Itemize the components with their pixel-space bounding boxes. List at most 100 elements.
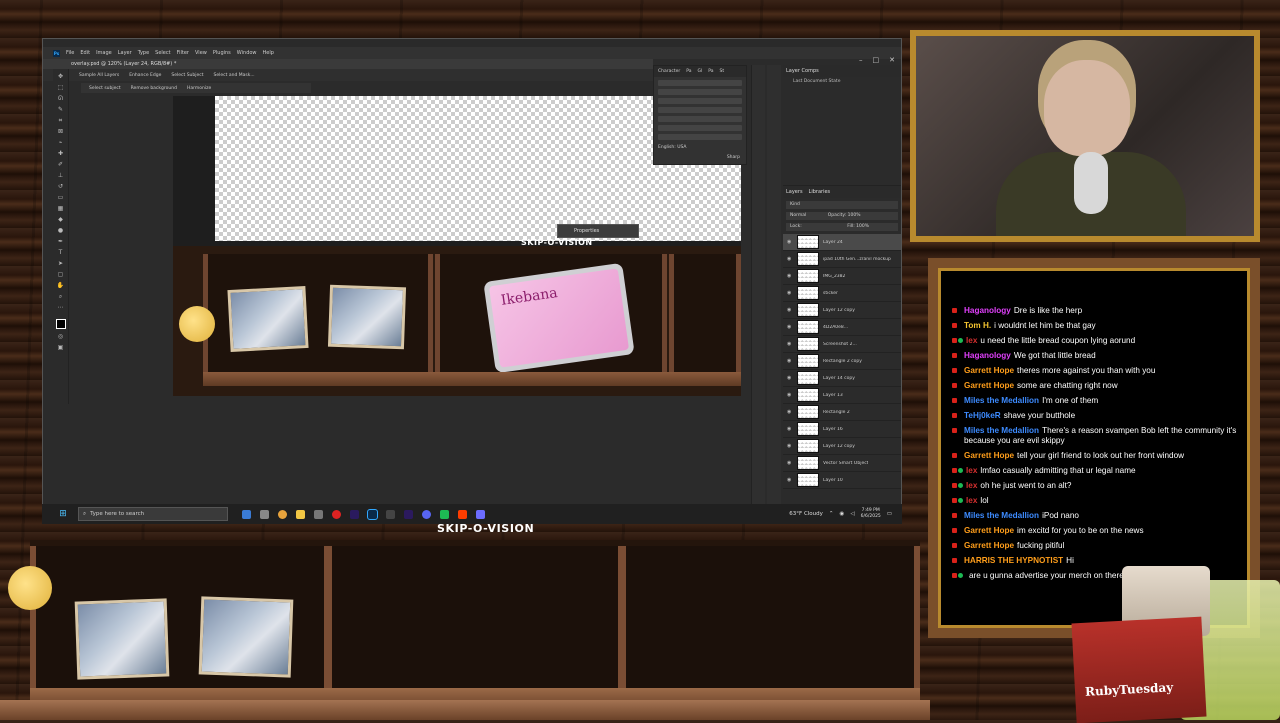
tab-libraries[interactable]: Libraries [809,189,831,195]
layer-row[interactable]: ◉ Layer 24 [783,234,901,251]
crop-tool-icon[interactable]: ⌗ [57,117,65,124]
layer-comps-title[interactable]: Layer Comps [783,65,901,77]
select-subject-button[interactable]: Select Subject [171,73,203,78]
stamp-tool-icon[interactable]: ⊥ [57,172,65,179]
notification-icon[interactable]: ▭ [887,511,892,517]
menu-help[interactable]: Help [263,50,274,56]
discord-icon[interactable] [422,509,431,519]
visibility-eye-icon[interactable]: ◉ [787,290,793,296]
language-select[interactable]: English: USA [654,143,746,152]
premiere-icon[interactable] [350,509,359,519]
visibility-eye-icon[interactable]: ◉ [787,341,793,347]
taskbar-search-box[interactable]: ⌕ Type here to search [78,507,228,521]
layer-row[interactable]: ◉ IMG_2382 [783,268,901,285]
scale-field[interactable] [658,107,742,113]
hand-tool-icon[interactable]: ✋ [57,282,65,289]
screen-mode-icon[interactable]: ▣ [57,344,65,351]
app-icon[interactable] [440,509,449,519]
sample-all-layers-checkbox[interactable]: Sample All Layers [79,73,119,78]
tab-glyphs[interactable]: Gl [698,69,703,74]
network-icon[interactable]: ◉ [840,511,845,517]
visibility-eye-icon[interactable]: ◉ [787,256,793,262]
opentype-buttons[interactable] [658,134,742,140]
tracking-field[interactable] [658,98,742,104]
windows-start-icon[interactable]: ⊞ [54,509,72,519]
visibility-eye-icon[interactable]: ◉ [787,426,793,432]
menu-select[interactable]: Select [155,50,170,56]
taskbar-clock[interactable]: 7:49 PM 6/6/2025 [861,508,881,520]
harmonize-action[interactable]: Harmonize [187,86,211,91]
menu-plugins[interactable]: Plugins [213,50,231,56]
antialias-select[interactable]: Sharp [723,153,744,162]
path-select-tool-icon[interactable]: ➤ [57,260,65,267]
type-tool-icon[interactable]: T [57,249,65,256]
menu-file[interactable]: File [66,50,74,56]
app-icon[interactable] [260,509,269,519]
menu-layer[interactable]: Layer [118,50,132,56]
visibility-eye-icon[interactable]: ◉ [787,477,793,483]
document-tab[interactable]: overlay.psd @ 120% (Layer 24, RGB/8#) * [43,59,653,69]
frame-tool-icon[interactable]: ⊠ [57,128,65,135]
acrobat-icon[interactable] [458,509,467,519]
font-family-select[interactable] [658,80,742,86]
volume-icon[interactable]: ◁ [850,511,854,517]
fill-field[interactable]: Fill: 100% [847,224,869,229]
layer-comps-item[interactable]: Last Document State [783,77,901,86]
layer-row[interactable]: ◉ Layer 14 copy [783,370,901,387]
visibility-eye-icon[interactable]: ◉ [787,409,793,415]
visibility-eye-icon[interactable]: ◉ [787,460,793,466]
menu-filter[interactable]: Filter [177,50,189,56]
menu-edit[interactable]: Edit [80,50,90,56]
select-subject-action[interactable]: Select subject [89,86,121,91]
minimize-icon[interactable]: – [859,56,863,64]
layer-row[interactable]: ◉ Layer 10 [783,472,901,489]
layer-row[interactable]: ◉ sticker [783,285,901,302]
visibility-eye-icon[interactable]: ◉ [787,307,793,313]
layer-row[interactable]: ◉ ipad 10th Gen...zranil mockup [783,251,901,268]
weather-widget[interactable]: 63°F Cloudy [789,511,823,517]
task-view-icon[interactable] [242,509,251,519]
visibility-eye-icon[interactable]: ◉ [787,443,793,449]
opacity-field[interactable]: Opacity: 100% [828,213,861,218]
menu-image[interactable]: Image [96,50,112,56]
gradient-tool-icon[interactable]: ▦ [57,205,65,212]
photoshop-taskbar-icon[interactable] [367,508,378,520]
chrome-icon[interactable] [278,509,287,519]
select-and-mask-button[interactable]: Select and Mask... [214,73,255,78]
marquee-tool-icon[interactable]: ⬚ [57,84,65,91]
visibility-eye-icon[interactable]: ◉ [787,375,793,381]
zoom-tool-icon[interactable]: ⌕ [57,293,65,300]
file-explorer-icon[interactable] [296,509,305,519]
visibility-eye-icon[interactable]: ◉ [787,273,793,279]
enhance-edge-checkbox[interactable]: Enhance Edge [129,73,161,78]
text-style-buttons[interactable] [658,125,742,131]
tab-styles[interactable]: St [720,69,725,74]
tab-layers[interactable]: Layers [786,189,803,195]
layer-row[interactable]: ◉ Vector Smart Object [783,455,901,472]
history-brush-tool-icon[interactable]: ↺ [57,183,65,190]
tray-chevron-icon[interactable]: ⌃ [829,511,834,517]
healing-tool-icon[interactable]: ✚ [57,150,65,157]
blur-tool-icon[interactable]: ◆ [57,216,65,223]
remove-background-action[interactable]: Remove background [131,86,177,91]
move-tool-icon[interactable]: ✥ [57,73,65,80]
visibility-eye-icon[interactable]: ◉ [787,324,793,330]
record-icon[interactable] [332,509,341,519]
layer-row[interactable]: ◉ Layer 13 [783,387,901,404]
app-icon[interactable] [314,509,323,519]
pen-tool-icon[interactable]: ✒ [57,238,65,245]
layer-row[interactable]: ◉ 4D2A0e8... [783,319,901,336]
tab-paragraph-styles[interactable]: Pa [708,69,713,74]
quick-select-tool-icon[interactable]: ✎ [57,106,65,113]
tab-character[interactable]: Character [658,69,680,74]
eyedropper-tool-icon[interactable]: ⌁ [57,139,65,146]
foreground-color-swatch[interactable] [55,319,66,329]
menu-window[interactable]: Window [237,50,257,56]
lasso-tool-icon[interactable]: ᘏ [57,95,65,102]
layer-row[interactable]: ◉ Screenshot 2... [783,336,901,353]
layer-row[interactable]: ◉ Layer 16 [783,421,901,438]
blend-mode-select[interactable]: Normal Opacity: 100% [786,212,898,220]
properties-panel[interactable]: Properties [557,224,639,238]
layer-filter-kind[interactable]: Kind [786,201,898,209]
tab-paragraph[interactable]: Pa [686,69,691,74]
